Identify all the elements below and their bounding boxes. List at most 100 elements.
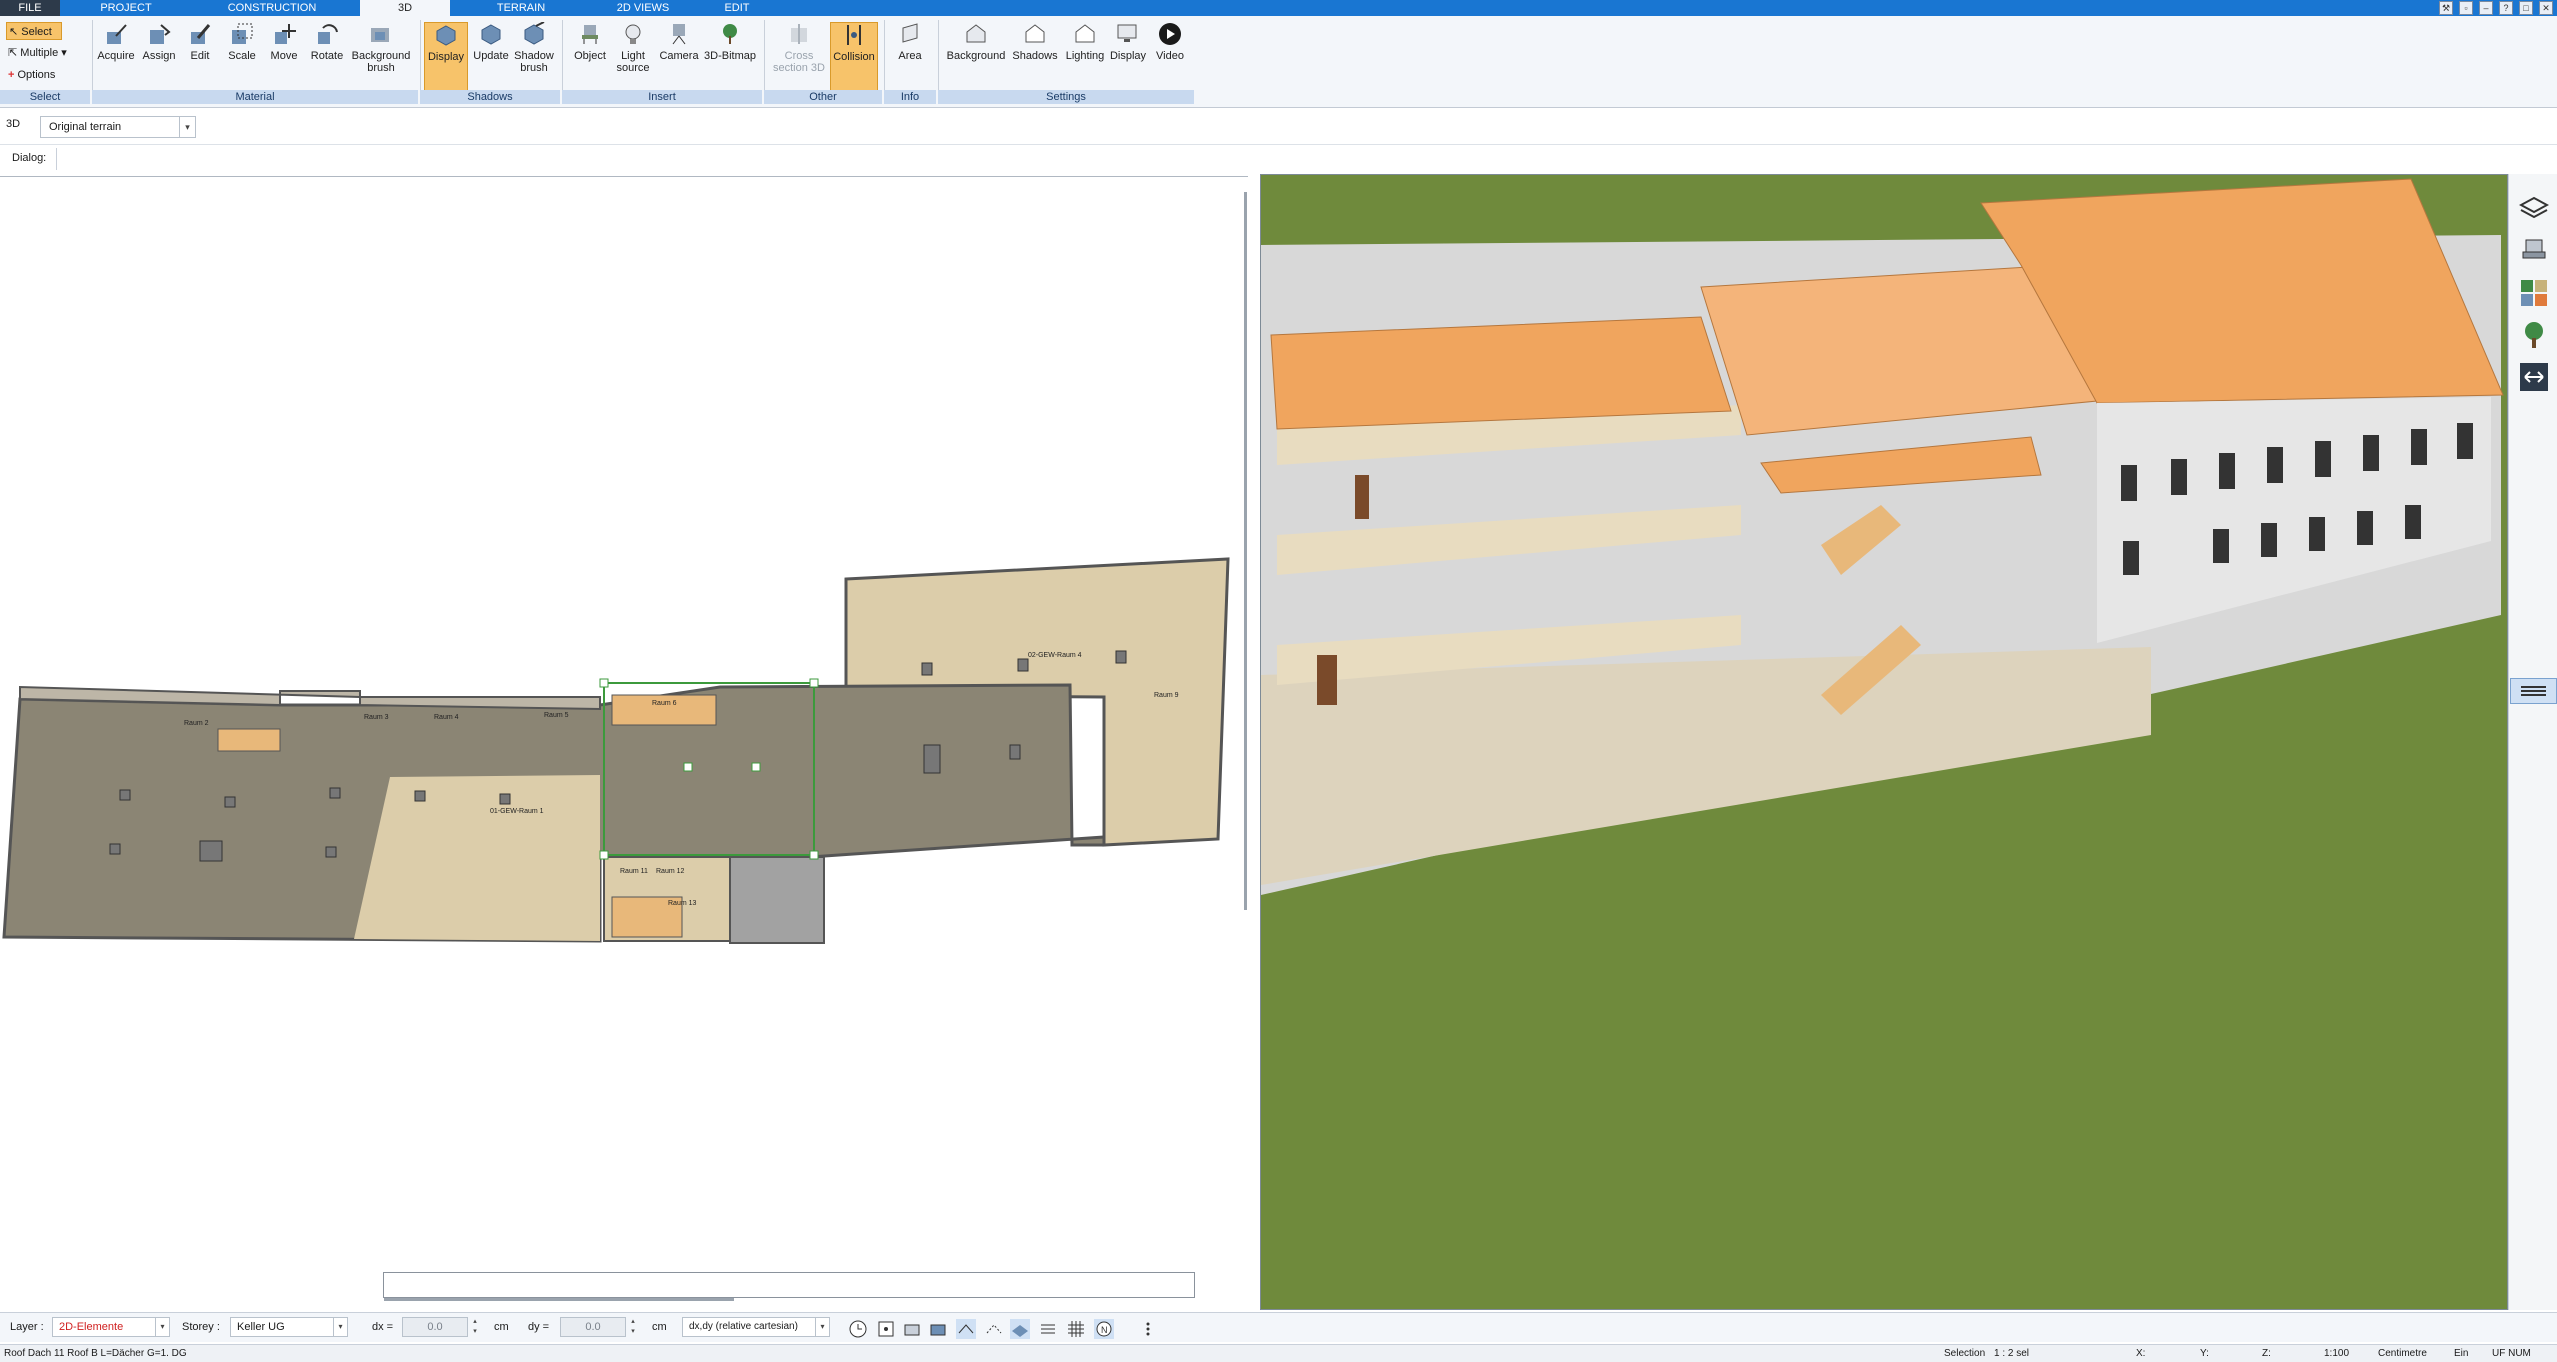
furniture-icon[interactable] bbox=[2519, 236, 2549, 266]
terrain-select[interactable]: Original terrain ▾ bbox=[40, 116, 196, 138]
materials-icon[interactable] bbox=[2519, 278, 2549, 308]
chevron-down-icon: ▾ bbox=[333, 1318, 347, 1336]
tab-construction[interactable]: CONSTRUCTION bbox=[222, 0, 322, 16]
close-icon[interactable]: ✕ bbox=[2539, 1, 2553, 15]
collision-button[interactable]: Collision bbox=[830, 22, 878, 94]
tab-2d-views[interactable]: 2D VIEWS bbox=[608, 0, 678, 16]
rotate-button[interactable]: Rotate bbox=[306, 22, 348, 94]
snap-point-icon[interactable] bbox=[902, 1319, 922, 1339]
storey-label: Storey : bbox=[182, 1321, 220, 1333]
window bbox=[2315, 441, 2331, 477]
house-background-icon bbox=[966, 24, 986, 43]
tree-icon[interactable] bbox=[2519, 320, 2549, 350]
select-button[interactable]: ↖ Select bbox=[6, 22, 62, 40]
scale-button[interactable]: Scale bbox=[222, 22, 262, 94]
multiple-icon: ⇱ bbox=[8, 47, 18, 59]
layer-select[interactable]: 2D-Elemente ▾ bbox=[52, 1317, 170, 1337]
background-brush-button[interactable]: Background brush bbox=[348, 22, 414, 94]
clock-icon[interactable] bbox=[848, 1319, 868, 1339]
app-window: FILE PROJECT CONSTRUCTION 3D TERRAIN 2D … bbox=[0, 0, 2557, 1362]
floor-plan-drawing[interactable]: Raum 2 Raum 3 Raum 4 Raum 5 01-GEW-Raum … bbox=[0, 177, 1248, 1307]
acquire-button[interactable]: Acquire bbox=[96, 22, 136, 94]
rotate-icon bbox=[318, 24, 338, 44]
dy-stepper[interactable]: ▴ ▾ bbox=[628, 1317, 638, 1337]
restore-icon[interactable]: ▫ bbox=[2459, 1, 2473, 15]
tab-edit[interactable]: EDIT bbox=[712, 0, 762, 16]
area-button[interactable]: Area bbox=[890, 22, 930, 94]
coordinate-mode-select[interactable]: dx,dy (relative cartesian) ▾ bbox=[682, 1317, 830, 1337]
snap-grid-icon[interactable] bbox=[876, 1319, 896, 1339]
selection-handle[interactable] bbox=[751, 762, 761, 772]
settings-shadows-button[interactable]: Shadows bbox=[1010, 22, 1060, 94]
3d-viewport[interactable] bbox=[1260, 174, 2508, 1310]
video-button[interactable]: Video bbox=[1150, 22, 1190, 94]
selection-handle[interactable] bbox=[599, 850, 609, 860]
tab-3d[interactable]: 3D bbox=[360, 0, 450, 16]
light-source-button[interactable]: Light source bbox=[612, 22, 654, 94]
selection-handle[interactable] bbox=[809, 678, 819, 688]
floor-area-light-2 bbox=[354, 775, 600, 941]
snap-line-icon[interactable] bbox=[956, 1319, 976, 1339]
tab-terrain[interactable]: TERRAIN bbox=[486, 0, 556, 16]
pillar bbox=[923, 744, 941, 774]
maximize-icon[interactable]: □ bbox=[2519, 1, 2533, 15]
help-icon[interactable]: ? bbox=[2499, 1, 2513, 15]
window bbox=[2267, 447, 2283, 483]
selection-handle[interactable] bbox=[809, 850, 819, 860]
separator bbox=[562, 20, 563, 90]
selection-handle[interactable] bbox=[599, 678, 609, 688]
group-other: Other bbox=[764, 90, 882, 104]
background-button[interactable]: Background bbox=[942, 22, 1010, 94]
play-icon bbox=[1159, 23, 1181, 45]
svg-text:N: N bbox=[1101, 1325, 1108, 1335]
window bbox=[2309, 517, 2325, 551]
update-button[interactable]: Update bbox=[470, 22, 512, 94]
move-button[interactable]: Move bbox=[264, 22, 304, 94]
shadow-brush-button[interactable]: Shadow brush bbox=[512, 22, 556, 94]
tools-icon[interactable]: ⚒ bbox=[2439, 1, 2453, 15]
storey-select[interactable]: Keller UG ▾ bbox=[230, 1317, 348, 1337]
plan-vertical-scrollbar[interactable] bbox=[1244, 192, 1247, 910]
snap-lines-icon[interactable] bbox=[1038, 1319, 1058, 1339]
group-shadows: Shadows bbox=[420, 90, 560, 104]
floor-plan-viewport[interactable]: Raum 2 Raum 3 Raum 4 Raum 5 01-GEW-Raum … bbox=[0, 176, 1248, 1306]
north-icon[interactable]: N bbox=[1094, 1319, 1114, 1339]
side-panel-toggle[interactable] bbox=[2510, 678, 2557, 704]
roof-left bbox=[1270, 316, 1732, 430]
more-icon[interactable] bbox=[1138, 1319, 1158, 1339]
selection-handle[interactable] bbox=[683, 762, 693, 772]
status-toolbar: Layer : 2D-Elemente ▾ Storey : Keller UG… bbox=[0, 1312, 2557, 1342]
dx-input[interactable]: 0.0 bbox=[402, 1317, 468, 1337]
tab-file[interactable]: FILE bbox=[0, 0, 60, 16]
room-label: Raum 6 bbox=[652, 700, 677, 707]
room-label: Raum 5 bbox=[544, 712, 569, 719]
pillar bbox=[224, 796, 236, 808]
shadows-display-button[interactable]: Display bbox=[424, 22, 468, 94]
dx-stepper[interactable]: ▴ ▾ bbox=[470, 1317, 480, 1337]
room-label: Raum 11 bbox=[620, 868, 648, 875]
3d-bitmap-button[interactable]: 3D-Bitmap bbox=[702, 22, 758, 94]
tab-project[interactable]: PROJECT bbox=[96, 0, 156, 16]
camera-button[interactable]: Camera bbox=[656, 22, 702, 94]
dialog-row: Dialog: bbox=[0, 144, 2557, 172]
layers-icon[interactable] bbox=[2519, 194, 2549, 224]
arrows-icon[interactable] bbox=[2519, 362, 2549, 392]
assign-button[interactable]: Assign bbox=[138, 22, 180, 94]
snap-wall-icon[interactable] bbox=[984, 1319, 1004, 1339]
multiple-button[interactable]: ⇱ Multiple ▾ bbox=[6, 44, 67, 62]
settings-display-button[interactable]: Display bbox=[1108, 22, 1148, 94]
dy-input[interactable]: 0.0 bbox=[560, 1317, 626, 1337]
snap-plane-icon[interactable] bbox=[1010, 1319, 1030, 1339]
snap-object-icon[interactable] bbox=[928, 1319, 948, 1339]
lighting-button[interactable]: Lighting bbox=[1060, 22, 1110, 94]
grid-icon[interactable] bbox=[1066, 1319, 1086, 1339]
tree-icon bbox=[723, 24, 737, 44]
plan-horizontal-scrollbar[interactable] bbox=[384, 1298, 734, 1301]
options-button[interactable]: + Options bbox=[6, 66, 55, 84]
edit-button[interactable]: Edit bbox=[182, 22, 218, 94]
object-button[interactable]: Object bbox=[568, 22, 612, 94]
minimize-icon[interactable]: – bbox=[2479, 1, 2493, 15]
status-bar: Roof Dach 11 Roof B L=Dächer G=1. DG Sel… bbox=[0, 1344, 2557, 1362]
3d-scene[interactable] bbox=[1261, 175, 2508, 1310]
cross-section-3d-button[interactable]: Cross section 3D bbox=[770, 22, 828, 94]
